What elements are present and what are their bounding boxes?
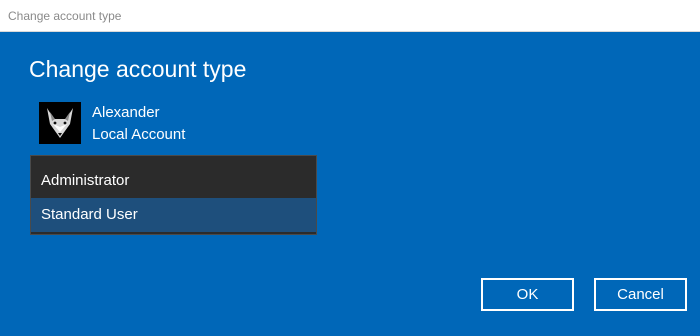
user-account-type: Local Account <box>92 126 186 143</box>
change-account-type-dialog: Change account type Alexander Local Acco… <box>0 32 700 336</box>
title-bar: Change account type <box>0 0 700 32</box>
window-title: Change account type <box>8 9 122 23</box>
dialog-heading: Change account type <box>29 56 247 82</box>
option-administrator[interactable]: Administrator <box>31 164 316 198</box>
ok-button[interactable]: OK <box>481 278 574 311</box>
account-type-dropdown[interactable]: Administrator Standard User <box>30 155 317 235</box>
fox-avatar-icon <box>39 102 81 144</box>
cancel-button[interactable]: Cancel <box>594 278 687 311</box>
option-standard-user[interactable]: Standard User <box>31 198 316 232</box>
user-name: Alexander <box>92 104 160 121</box>
